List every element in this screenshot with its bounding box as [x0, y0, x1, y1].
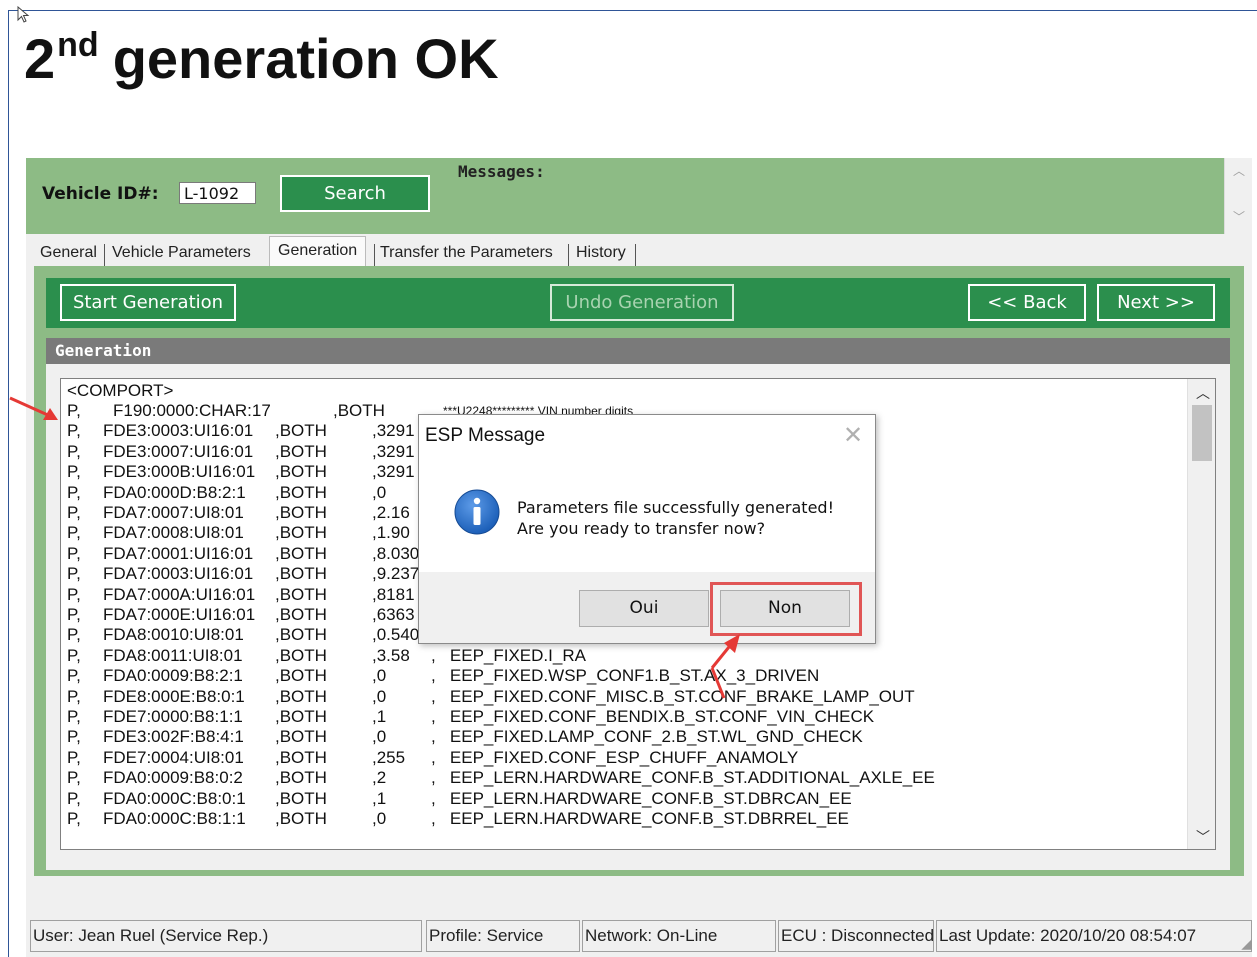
messages-scrollbar[interactable]: ︿ ﹀ — [1224, 158, 1252, 234]
close-icon[interactable]: ✕ — [843, 421, 863, 450]
oui-button[interactable]: Oui — [579, 590, 709, 627]
status-network: Network: On-Line — [582, 920, 776, 952]
status-user: User: Jean Ruel (Service Rep.) — [30, 920, 422, 952]
search-button[interactable]: Search — [280, 175, 430, 212]
next-button[interactable]: Next >> — [1097, 284, 1215, 321]
back-button[interactable]: << Back — [968, 284, 1086, 321]
dialog-content: ESP Message ✕ Parameters file successful… — [419, 415, 875, 572]
log-first-line: <COMPORT> — [67, 381, 174, 400]
start-generation-button[interactable]: Start Generation — [60, 284, 236, 321]
undo-generation-button[interactable]: Undo Generation — [550, 284, 734, 321]
generation-section-header: Generation — [46, 338, 1230, 364]
tab-transfer-parameters[interactable]: Transfer the Parameters — [380, 242, 553, 266]
tab-vehicle-parameters[interactable]: Vehicle Parameters — [112, 242, 251, 266]
header-band: Vehicle ID#: L-1092 Search Messages: — [26, 158, 1224, 234]
scroll-up-icon[interactable]: ︿ — [1233, 162, 1245, 179]
scroll-thumb[interactable] — [1192, 405, 1212, 461]
status-ecu: ECU : Disconnected — [778, 920, 934, 952]
status-last-update: Last Update: 2020/10/20 08:54:07 — [936, 920, 1252, 952]
scroll-down-icon[interactable]: ﹀ — [1233, 208, 1245, 225]
scroll-down-icon[interactable]: ﹀ — [1196, 827, 1210, 847]
vehicle-id-label: Vehicle ID#: — [42, 184, 159, 204]
slide-title: 2nd generation OK — [24, 26, 499, 90]
vehicle-id-input[interactable]: L-1092 — [179, 182, 256, 204]
tab-generation[interactable]: Generation — [269, 236, 367, 267]
status-profile: Profile: Service — [426, 920, 580, 952]
generation-toolbar: Start Generation Undo Generation << Back… — [46, 278, 1230, 328]
info-icon — [454, 489, 500, 535]
log-scrollbar[interactable]: ︿ ﹀ — [1187, 379, 1215, 849]
tab-history[interactable]: History — [576, 242, 626, 266]
tab-general[interactable]: General — [40, 242, 97, 266]
dialog-message: Parameters file successfully generated! … — [517, 498, 834, 538]
status-bar: User: Jean Ruel (Service Rep.) Profile: … — [30, 920, 1252, 952]
scroll-up-icon[interactable]: ︿ — [1196, 383, 1210, 403]
non-highlight-box — [710, 582, 862, 636]
messages-label: Messages: — [458, 162, 545, 181]
resize-grip-icon[interactable]: ◢ — [1241, 935, 1252, 952]
dialog-title: ESP Message — [425, 425, 546, 446]
